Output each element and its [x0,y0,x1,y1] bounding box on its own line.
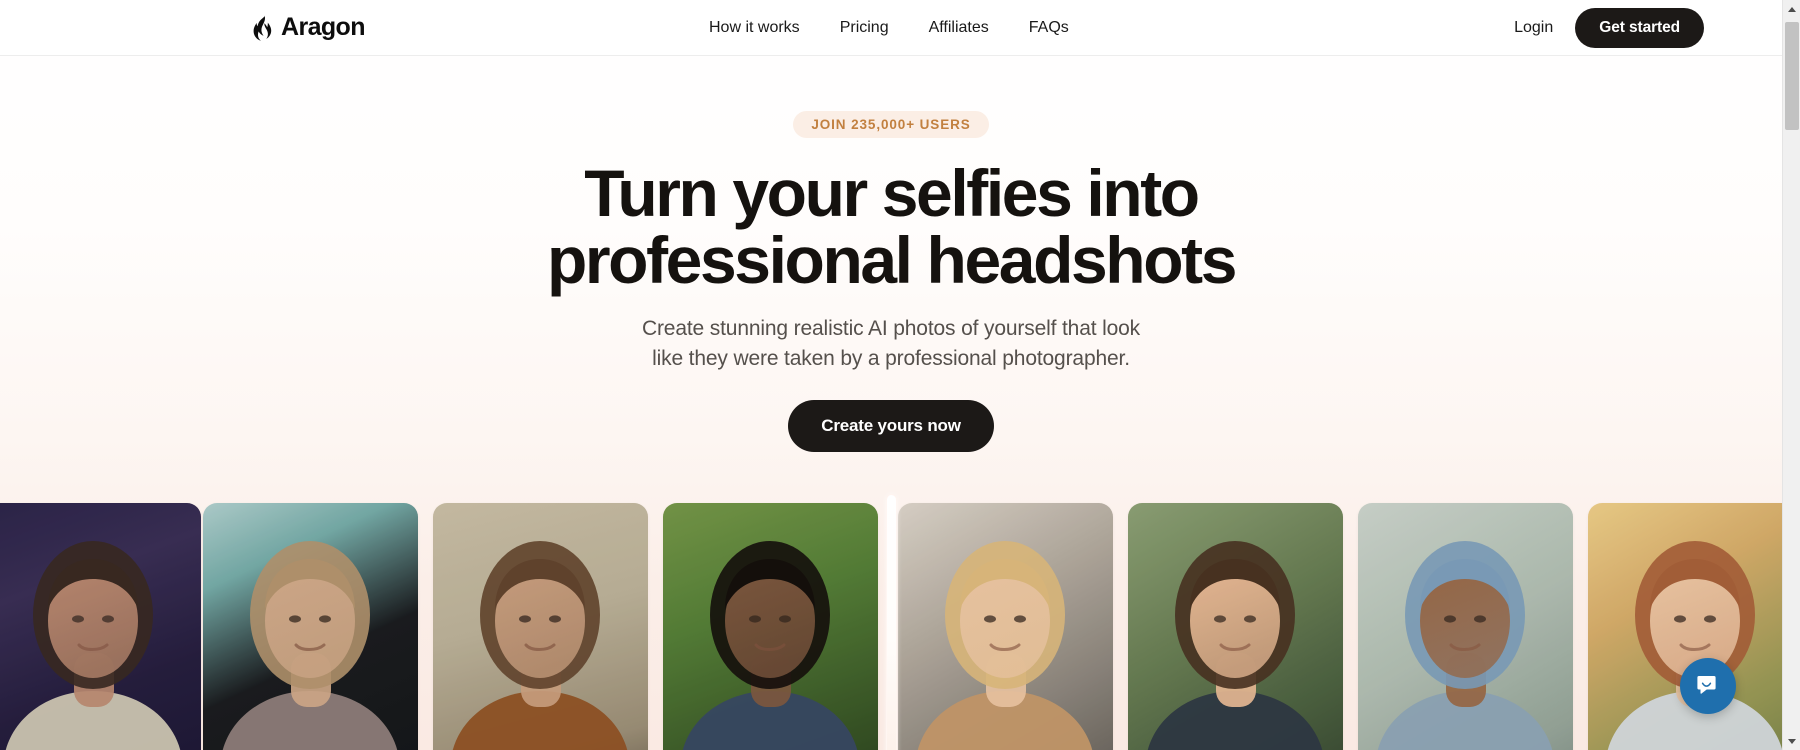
portrait-silhouette [0,503,201,750]
main-navigation: How it works Pricing Affiliates FAQs [709,19,1069,36]
portrait-silhouette [898,503,1113,750]
hero-subtitle: Create stunning realistic AI photos of y… [0,314,1782,374]
hero-cta-wrapper: Create yours now [0,399,1782,452]
login-link[interactable]: Login [1514,19,1553,36]
nav-item-pricing[interactable]: Pricing [840,19,889,36]
vertical-scrollbar[interactable] [1782,0,1800,750]
before-after-slider-handle[interactable] [887,495,896,750]
photo-background [898,503,1113,750]
portrait-silhouette [663,503,878,750]
hero-subtitle-line-1: Create stunning realistic AI photos of y… [641,317,1141,341]
gallery-photo-card[interactable] [0,503,201,750]
gallery-photo-card[interactable] [1358,503,1573,750]
get-started-button[interactable]: Get started [1575,7,1704,48]
page-title-line-1: Turn your selfies into [584,155,1200,230]
portrait-silhouette [433,503,648,750]
nav-item-affiliates[interactable]: Affiliates [929,19,989,36]
portrait-silhouette [1128,503,1343,750]
chat-bubble-icon [1695,672,1721,701]
users-count-badge: JOIN 235,000+ USERS [793,111,989,138]
photo-background [1128,503,1343,750]
gallery-photo-card[interactable] [1128,503,1343,750]
flame-icon [252,14,274,41]
gallery-photo-card[interactable] [898,503,1113,750]
hero-subtitle-line-2: like they were taken by a professional p… [652,346,1130,370]
site-header: Aragon How it works Pricing Affiliates F… [0,0,1782,56]
photo-background [1588,503,1782,750]
gallery-photo-card[interactable] [663,503,878,750]
scrollbar-thumb[interactable] [1785,22,1799,130]
nav-item-how-it-works[interactable]: How it works [709,19,800,36]
nav-item-faqs[interactable]: FAQs [1029,19,1069,36]
photo-background [0,503,201,750]
brand-name: Aragon [281,13,366,41]
header-inner: Aragon How it works Pricing Affiliates F… [0,0,1782,55]
page-title-line-2: professional headshots [546,222,1237,297]
hero-section: JOIN 235,000+ USERS Turn your selfies in… [0,56,1782,452]
gallery-photo-card[interactable] [1588,503,1782,750]
page-title: Turn your selfies into professional head… [0,155,1782,297]
photo-background [203,503,418,750]
brand-logo[interactable]: Aragon [252,13,366,41]
header-actions: Login Get started [1514,7,1704,48]
photo-background [1358,503,1573,750]
portrait-silhouette [203,503,418,750]
scroll-up-arrow[interactable] [1783,0,1800,18]
browser-viewport: Aragon How it works Pricing Affiliates F… [0,0,1800,750]
photo-background [433,503,648,750]
chat-launcher-button[interactable] [1680,658,1736,714]
scroll-down-arrow[interactable] [1783,732,1800,750]
portrait-silhouette [1358,503,1573,750]
before-after-gallery [0,495,1782,750]
gallery-photo-card[interactable] [203,503,418,750]
photo-background [663,503,878,750]
gallery-photo-card[interactable] [433,503,648,750]
create-yours-now-button[interactable]: Create yours now [788,399,994,452]
page-root: Aragon How it works Pricing Affiliates F… [0,0,1782,750]
portrait-silhouette [1588,503,1782,750]
